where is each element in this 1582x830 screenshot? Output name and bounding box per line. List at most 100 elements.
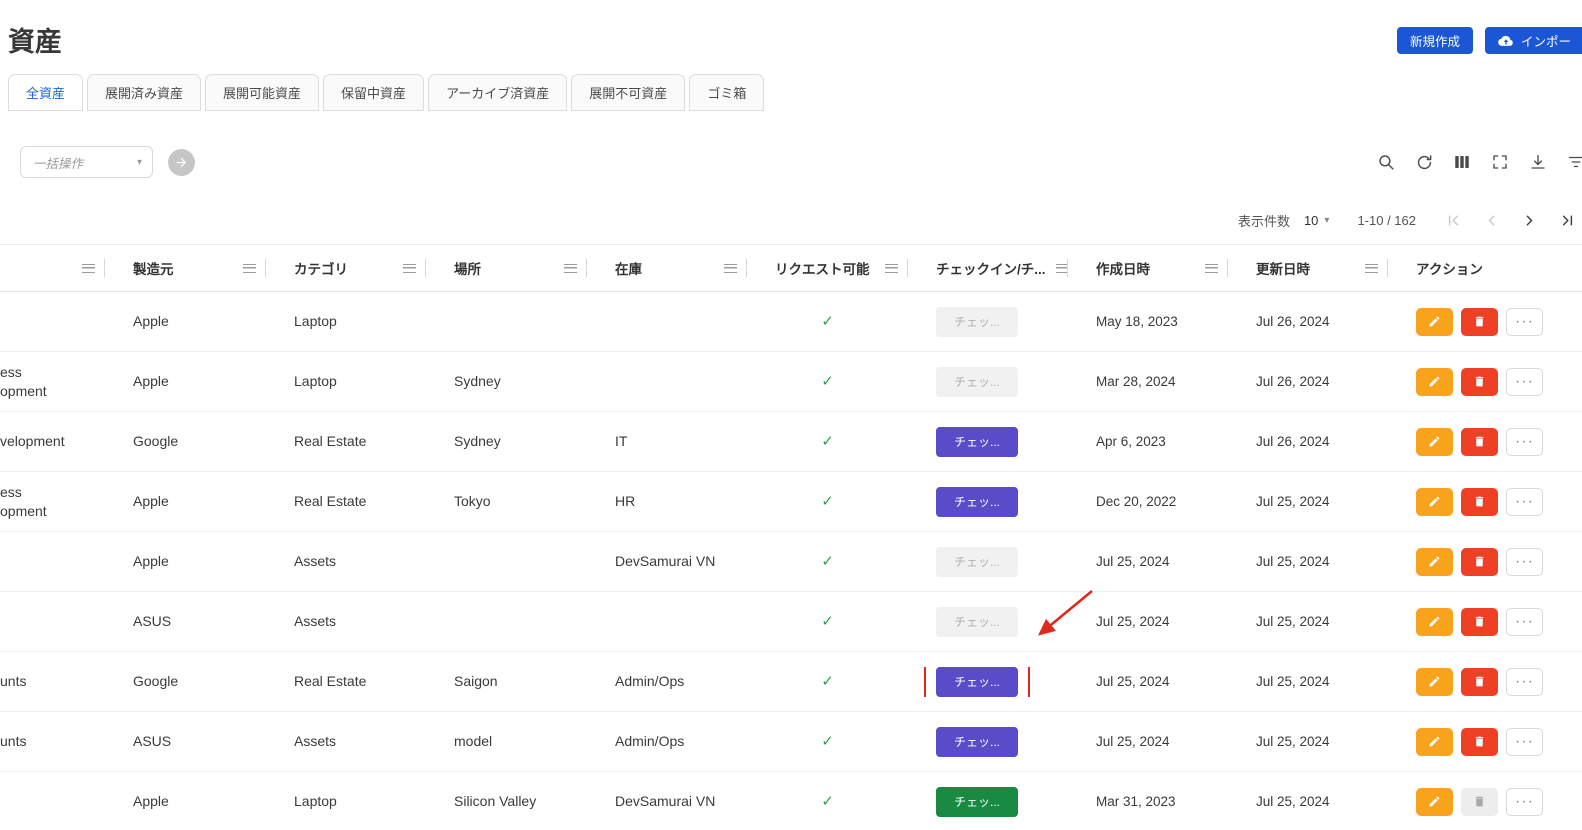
more-actions-button[interactable]: ··· xyxy=(1506,788,1543,816)
tab-undeployable-assets[interactable]: 展開不可資産 xyxy=(571,74,685,111)
category-cell: Real Estate xyxy=(266,492,426,511)
edit-button[interactable] xyxy=(1416,788,1453,816)
checkin-cell: チェッ... xyxy=(908,787,1068,817)
edit-button[interactable] xyxy=(1416,608,1453,636)
delete-button[interactable] xyxy=(1461,728,1498,756)
edit-button[interactable] xyxy=(1416,368,1453,396)
bulk-action-placeholder: 一括操作 xyxy=(33,153,83,172)
requestable-check-icon: ✓ xyxy=(747,612,908,631)
more-actions-button[interactable]: ··· xyxy=(1506,308,1543,336)
requestable-check-icon: ✓ xyxy=(747,492,908,511)
column-header-stock: 在庫 xyxy=(587,245,747,291)
last-page-icon[interactable] xyxy=(1558,211,1576,229)
column-menu-icon[interactable] xyxy=(1205,264,1218,273)
created-date-cell: Mar 31, 2023 xyxy=(1068,792,1228,811)
column-menu-icon[interactable] xyxy=(243,264,256,273)
previous-page-icon[interactable] xyxy=(1482,211,1500,229)
more-actions-button[interactable]: ··· xyxy=(1506,428,1543,456)
column-header-label: チェックイン/チ... xyxy=(936,258,1046,278)
edit-button[interactable] xyxy=(1416,428,1453,456)
column-menu-icon[interactable] xyxy=(564,264,577,273)
actions-cell: ··· xyxy=(1388,788,1582,816)
delete-button[interactable] xyxy=(1461,788,1498,816)
column-menu-icon[interactable] xyxy=(724,264,737,273)
checkin-button[interactable]: チェッ... xyxy=(936,547,1018,577)
column-menu-icon[interactable] xyxy=(1056,264,1068,273)
import-button-label: インポー xyxy=(1521,31,1571,50)
tab-deployed-assets[interactable]: 展開済み資産 xyxy=(87,74,201,111)
assets-table: 製造元 カテゴリ 場所 在庫 リクエスト可能 チェックイン/チ... xyxy=(0,244,1582,830)
requestable-check-icon: ✓ xyxy=(747,732,908,751)
column-header-label: 在庫 xyxy=(615,258,642,278)
column-menu-icon[interactable] xyxy=(1365,264,1378,273)
tab-bar: 全資産 展開済み資産 展開可能資産 保留中資産 アーカイブ済資産 展開不可資産 … xyxy=(8,74,1582,111)
delete-button[interactable] xyxy=(1461,668,1498,696)
filter-icon[interactable] xyxy=(1566,152,1582,172)
more-actions-button[interactable]: ··· xyxy=(1506,728,1543,756)
table-row: Apple Assets DevSamurai VN ✓ チェッ... Jul … xyxy=(0,532,1582,592)
column-menu-icon[interactable] xyxy=(885,264,898,273)
column-menu-icon[interactable] xyxy=(403,264,416,273)
column-menu-icon[interactable] xyxy=(82,264,95,273)
delete-button[interactable] xyxy=(1461,308,1498,336)
tab-pending-assets[interactable]: 保留中資産 xyxy=(323,74,424,111)
created-date-cell: Jul 25, 2024 xyxy=(1068,732,1228,751)
actions-cell: ··· xyxy=(1388,308,1582,336)
column-header-label: 更新日時 xyxy=(1256,258,1310,278)
manufacturer-cell: Google xyxy=(105,432,266,451)
edit-button[interactable] xyxy=(1416,668,1453,696)
more-actions-button[interactable]: ··· xyxy=(1506,608,1543,636)
more-actions-button[interactable]: ··· xyxy=(1506,548,1543,576)
delete-button[interactable] xyxy=(1461,548,1498,576)
checkin-button[interactable]: チェッ... xyxy=(936,607,1018,637)
download-icon[interactable] xyxy=(1528,152,1548,172)
import-button[interactable]: インポー xyxy=(1485,27,1582,54)
stock-cell: DevSamurai VN xyxy=(587,552,747,571)
column-header-name xyxy=(0,245,105,291)
tab-deployable-assets[interactable]: 展開可能資産 xyxy=(205,74,319,111)
checkin-button[interactable]: チェッ... xyxy=(936,787,1018,817)
columns-icon[interactable] xyxy=(1452,152,1472,172)
edit-button[interactable] xyxy=(1416,308,1453,336)
created-date-cell: Dec 20, 2022 xyxy=(1068,492,1228,511)
column-header-updated: 更新日時 xyxy=(1228,245,1388,291)
page-size-select[interactable]: 10 ▾ xyxy=(1304,213,1330,228)
created-date-cell: Apr 6, 2023 xyxy=(1068,432,1228,451)
checkin-button[interactable]: チェッ... xyxy=(936,727,1018,757)
asset-name-cell: essopment xyxy=(0,483,105,521)
bulk-action-select[interactable]: 一括操作 ▾ xyxy=(20,146,153,178)
tab-archived-assets[interactable]: アーカイブ済資産 xyxy=(428,74,567,111)
refresh-icon[interactable] xyxy=(1414,152,1434,172)
column-header-label: 場所 xyxy=(454,258,481,278)
edit-button[interactable] xyxy=(1416,488,1453,516)
category-cell: Assets xyxy=(266,552,426,571)
updated-date-cell: Jul 26, 2024 xyxy=(1228,432,1388,451)
tab-all-assets[interactable]: 全資産 xyxy=(8,74,83,111)
delete-button[interactable] xyxy=(1461,368,1498,396)
next-page-icon[interactable] xyxy=(1520,211,1538,229)
more-actions-button[interactable]: ··· xyxy=(1506,368,1543,396)
create-button[interactable]: 新規作成 xyxy=(1397,27,1473,54)
more-actions-button[interactable]: ··· xyxy=(1506,668,1543,696)
location-cell: Tokyo xyxy=(426,492,587,511)
delete-button[interactable] xyxy=(1461,488,1498,516)
checkin-button[interactable]: チェッ... xyxy=(936,487,1018,517)
manufacturer-cell: ASUS xyxy=(105,612,266,631)
delete-button[interactable] xyxy=(1461,608,1498,636)
more-actions-button[interactable]: ··· xyxy=(1506,488,1543,516)
edit-button[interactable] xyxy=(1416,548,1453,576)
fullscreen-icon[interactable] xyxy=(1490,152,1510,172)
checkin-button[interactable]: チェッ... xyxy=(936,667,1018,697)
pagination-controls xyxy=(1444,211,1576,229)
checkin-button[interactable]: チェッ... xyxy=(936,427,1018,457)
apply-bulk-action-button[interactable] xyxy=(168,149,195,176)
checkin-button[interactable]: チェッ... xyxy=(936,307,1018,337)
search-icon[interactable] xyxy=(1376,152,1396,172)
edit-button[interactable] xyxy=(1416,728,1453,756)
table-toolbar: 一括操作 ▾ xyxy=(0,146,1582,178)
checkin-button[interactable]: チェッ... xyxy=(936,367,1018,397)
first-page-icon[interactable] xyxy=(1444,211,1462,229)
tab-trash[interactable]: ゴミ箱 xyxy=(689,74,764,111)
actions-cell: ··· xyxy=(1388,488,1582,516)
delete-button[interactable] xyxy=(1461,428,1498,456)
